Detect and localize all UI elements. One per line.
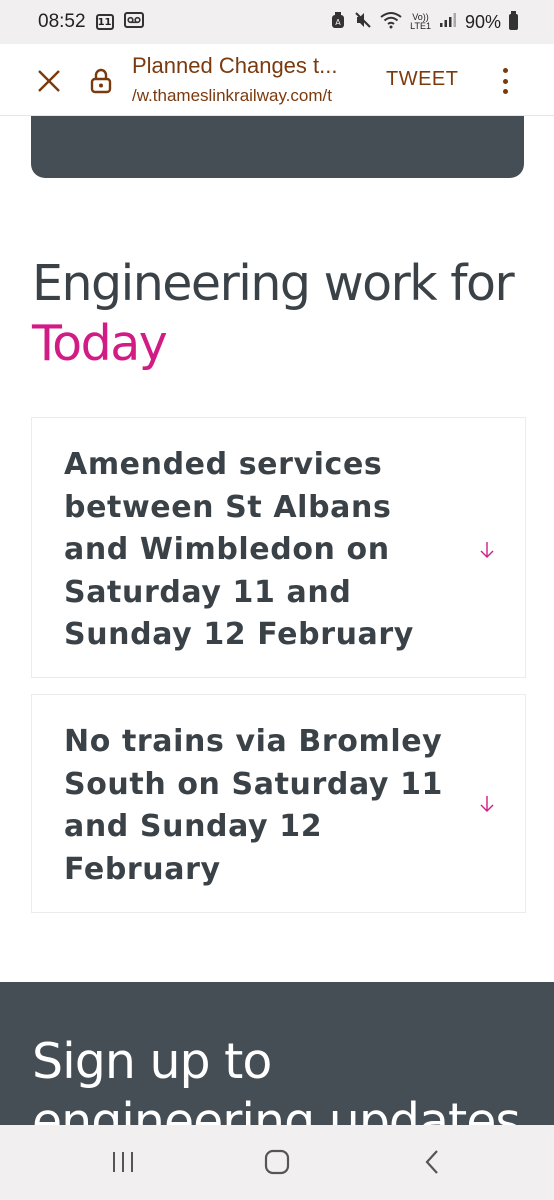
status-right: A Vo)) LTE1 90% xyxy=(330,11,518,34)
signal-icon xyxy=(439,12,457,33)
browser-toolbar: Planned Changes t... /w.thameslinkrailwa… xyxy=(0,44,554,116)
arrow-down-icon xyxy=(479,794,495,814)
close-icon[interactable] xyxy=(34,66,64,96)
arrow-down-icon xyxy=(479,540,495,560)
status-left: 08:52 11 xyxy=(38,11,144,33)
more-options-icon[interactable] xyxy=(494,64,516,98)
recent-apps-icon[interactable] xyxy=(103,1145,143,1179)
tweet-button[interactable]: TWEET xyxy=(386,68,459,91)
heading-text: Engineering work for xyxy=(32,255,515,312)
heading-accent: Today xyxy=(32,315,168,372)
page-url[interactable]: /w.thameslinkrailway.com/t xyxy=(132,86,372,106)
svg-text:A: A xyxy=(335,18,341,27)
lte-bottom: LTE1 xyxy=(410,21,431,31)
lock-icon[interactable] xyxy=(88,66,114,96)
mute-icon xyxy=(354,11,372,34)
battery-icon xyxy=(509,11,518,30)
voicemail-icon xyxy=(123,11,144,33)
system-nav-bar xyxy=(0,1125,554,1200)
page-title[interactable]: Planned Changes t... xyxy=(132,53,372,79)
status-time: 08:52 xyxy=(38,11,86,32)
more-dot xyxy=(502,78,508,84)
wifi-icon xyxy=(380,11,402,34)
home-icon[interactable] xyxy=(257,1145,297,1179)
section-heading: Engineering work for Today xyxy=(32,254,532,374)
more-dot xyxy=(502,89,508,94)
battery-percent: 90% xyxy=(464,11,501,32)
accordion-item[interactable]: Amended services between St Albans and W… xyxy=(31,417,526,678)
screen: 08:52 11 A Vo)) LTE1 90% Planned Changes… xyxy=(0,0,554,1200)
status-bar: 08:52 11 A Vo)) LTE1 90% xyxy=(0,0,554,44)
lte-indicator: Vo)) LTE1 xyxy=(410,13,431,31)
more-dot xyxy=(502,68,508,73)
accordion-item-title: Amended services between St Albans and W… xyxy=(64,447,414,652)
alarm-icon: A xyxy=(330,11,346,34)
back-icon[interactable] xyxy=(413,1145,453,1179)
dark-card xyxy=(31,116,524,178)
accordion-item[interactable]: No trains via Bromley South on Saturday … xyxy=(31,694,526,913)
accordion-item-title: No trains via Bromley South on Saturday … xyxy=(64,724,444,887)
calendar-notification-icon: 11 xyxy=(95,14,114,30)
